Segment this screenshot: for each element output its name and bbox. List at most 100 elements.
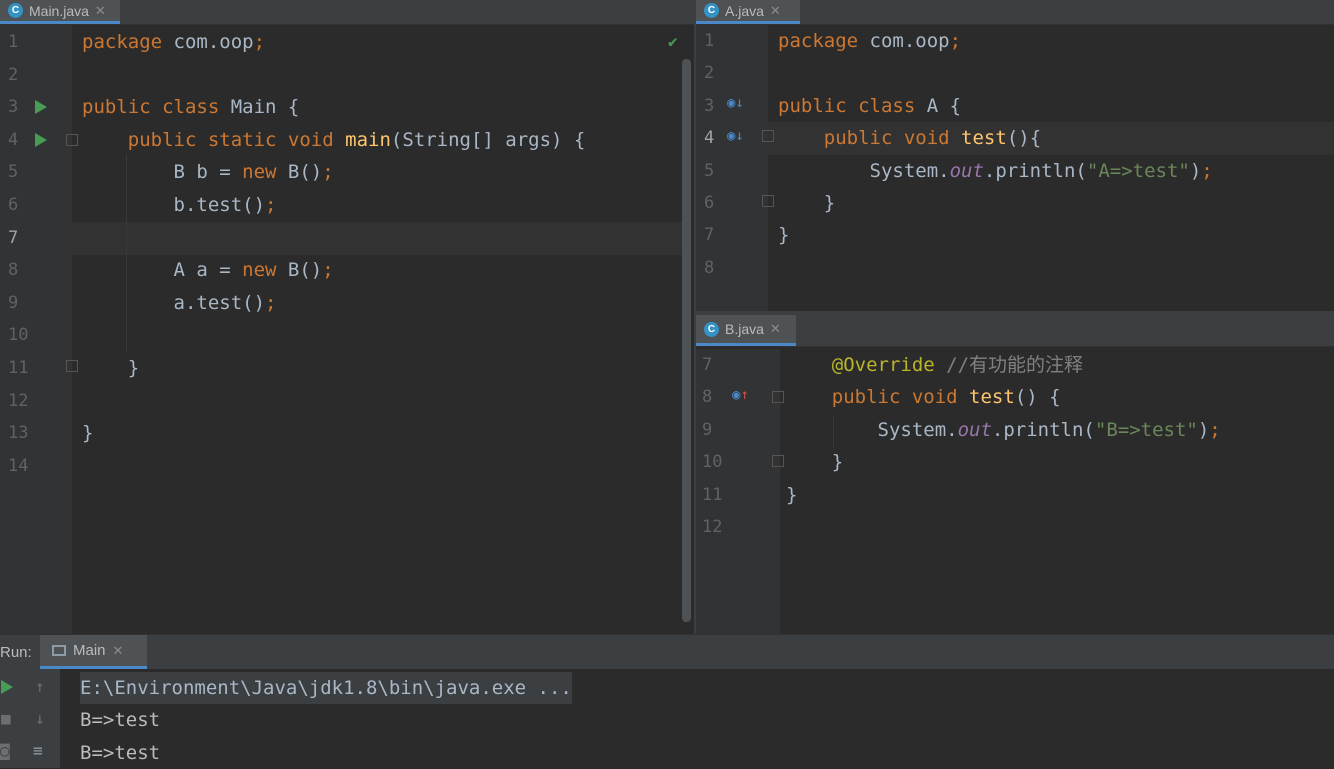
code-line[interactable]: public class Main { <box>72 91 682 124</box>
line-number: 1 <box>696 25 768 58</box>
a-gutter: 1 2 3 4 5 6 7 8 <box>696 25 768 311</box>
rerun-icon[interactable] <box>1 680 13 694</box>
code-line[interactable] <box>72 450 682 483</box>
main-code-area[interactable]: package com.oop; public class Main { publ… <box>72 25 682 634</box>
close-icon[interactable]: ✕ <box>113 643 124 659</box>
code-line[interactable]: A a = new B(); <box>72 254 682 287</box>
run-panel: Run: Main ✕ ■ ◙ ↑ ↓ ≡ E:\Environment\Jav… <box>0 634 1334 768</box>
line-number: 9 <box>696 414 780 447</box>
code-line[interactable]: } <box>780 446 1334 479</box>
soft-wrap-icon[interactable]: ≡ <box>33 741 43 760</box>
code-line[interactable]: b.test(); <box>72 189 682 222</box>
scrollbar[interactable] <box>682 59 691 622</box>
code-token: public class <box>778 94 916 117</box>
close-icon[interactable]: ✕ <box>95 3 106 19</box>
run-tab-label: Main <box>73 642 106 659</box>
main-editor[interactable]: 1 2 3 4 5 6 7 8 9 10 11 12 13 14 package com.oop; publ… <box>0 25 694 634</box>
line-number-text: 4 <box>8 129 19 150</box>
line-number: 11 <box>0 352 72 385</box>
code-line[interactable]: @Override //有功能的注释 <box>780 349 1334 382</box>
code-line[interactable]: } <box>72 417 682 450</box>
code-line[interactable]: package com.oop; <box>72 26 682 59</box>
fold-icon[interactable] <box>772 455 784 467</box>
code-token: @Override <box>831 354 935 376</box>
close-icon[interactable]: ✕ <box>770 3 781 19</box>
arrow-down-icon[interactable]: ↓ <box>35 709 45 728</box>
code-token: "B=>test" <box>1094 418 1198 441</box>
line-number: 9 <box>0 287 72 320</box>
fold-icon[interactable] <box>66 134 78 146</box>
code-line[interactable] <box>780 511 1334 544</box>
code-token: ; <box>253 31 266 53</box>
code-line[interactable]: B b = new B(); <box>72 156 682 189</box>
main-gutter: 1 2 3 4 5 6 7 8 9 10 11 12 13 14 <box>0 25 72 634</box>
line-number-text: 8 <box>704 257 715 278</box>
code-line[interactable] <box>72 385 682 418</box>
check-icon: ✔ <box>668 32 678 51</box>
code-token: new <box>242 259 277 282</box>
indent-guide <box>126 154 127 352</box>
code-line[interactable] <box>768 57 1334 90</box>
line-number-text: 3 <box>8 97 19 118</box>
tab-run-main[interactable]: Main ✕ <box>40 635 147 669</box>
line-number: 6 <box>0 189 72 222</box>
code-token: (String[] args) { <box>390 128 586 151</box>
run-icon[interactable] <box>35 133 47 147</box>
tab-b-java[interactable]: C B.java ✕ <box>696 315 796 346</box>
run-icon[interactable] <box>35 100 47 114</box>
code-line[interactable]: } <box>768 219 1334 252</box>
code-line[interactable] <box>768 252 1334 285</box>
line-number-text: 7 <box>702 355 713 375</box>
stop-icon[interactable]: ■ <box>1 709 11 728</box>
code-line[interactable]: public static void main(String[] args) { <box>72 124 682 157</box>
fold-icon[interactable] <box>762 195 774 207</box>
code-line[interactable]: System.out.println("A=>test"); <box>768 155 1334 188</box>
code-line[interactable]: } <box>72 352 682 385</box>
tab-a-java[interactable]: C A.java ✕ <box>696 0 800 24</box>
line-number-text: 7 <box>704 225 715 246</box>
code-token: public void <box>778 127 950 150</box>
code-token: test <box>969 386 1015 409</box>
code-line[interactable] <box>72 59 682 92</box>
a-code-area[interactable]: package com.oop; public class A { public … <box>768 25 1334 311</box>
line-number-text: 6 <box>8 195 19 215</box>
arrow-up-icon[interactable]: ↑ <box>35 677 45 696</box>
code-token: ; <box>1209 418 1221 441</box>
code-line[interactable]: public void test(){ <box>768 122 1334 156</box>
line-number-text: 12 <box>8 390 29 411</box>
tab-label: B.java <box>725 321 764 337</box>
main-editor-tabbar: C Main.java ✕ <box>0 0 694 25</box>
fold-icon[interactable] <box>772 391 784 403</box>
close-icon[interactable]: ✕ <box>770 321 781 337</box>
code-line[interactable]: public class A { <box>768 90 1334 123</box>
fold-icon[interactable] <box>66 360 78 372</box>
camera-icon[interactable]: ◙ <box>0 741 10 760</box>
tab-main-java[interactable]: C Main.java ✕ <box>0 0 120 24</box>
overrides-icon[interactable]: ◉↑ <box>732 387 749 403</box>
line-number: 13 <box>0 417 72 450</box>
fold-icon[interactable] <box>762 130 774 142</box>
a-editor[interactable]: 1 2 3 4 5 6 7 8 package com.oop; public class A … <box>696 25 1334 311</box>
code-line[interactable]: a.test(); <box>72 287 682 320</box>
code-line[interactable] <box>72 319 682 352</box>
code-token: .println( <box>983 159 1087 182</box>
code-line[interactable]: System.out.println("B=>test"); <box>780 414 1334 447</box>
line-number: 6 <box>696 187 768 220</box>
code-line[interactable]: } <box>780 479 1334 512</box>
b-editor[interactable]: 7 8 9 10 11 12 @Override //有功能的注释 public void… <box>696 349 1334 634</box>
code-line[interactable] <box>72 221 682 255</box>
code-token: public static void <box>82 128 334 151</box>
code-line[interactable]: public void test() { <box>780 381 1334 414</box>
line-number-text: 3 <box>704 95 715 116</box>
code-line[interactable]: } <box>768 187 1334 220</box>
implemented-icon[interactable]: ◉↓ <box>727 95 744 111</box>
code-token: b.test() <box>82 194 266 216</box>
b-code-area[interactable]: @Override //有功能的注释 public void test() { … <box>780 349 1334 634</box>
implemented-icon[interactable]: ◉↓ <box>727 128 744 144</box>
code-token: new <box>242 161 277 184</box>
line-number: 7 <box>696 219 768 252</box>
code-token: } <box>82 357 140 379</box>
line-number: 1 <box>0 26 72 59</box>
code-line[interactable]: package com.oop; <box>768 25 1334 58</box>
code-token: .println( <box>991 418 1095 441</box>
